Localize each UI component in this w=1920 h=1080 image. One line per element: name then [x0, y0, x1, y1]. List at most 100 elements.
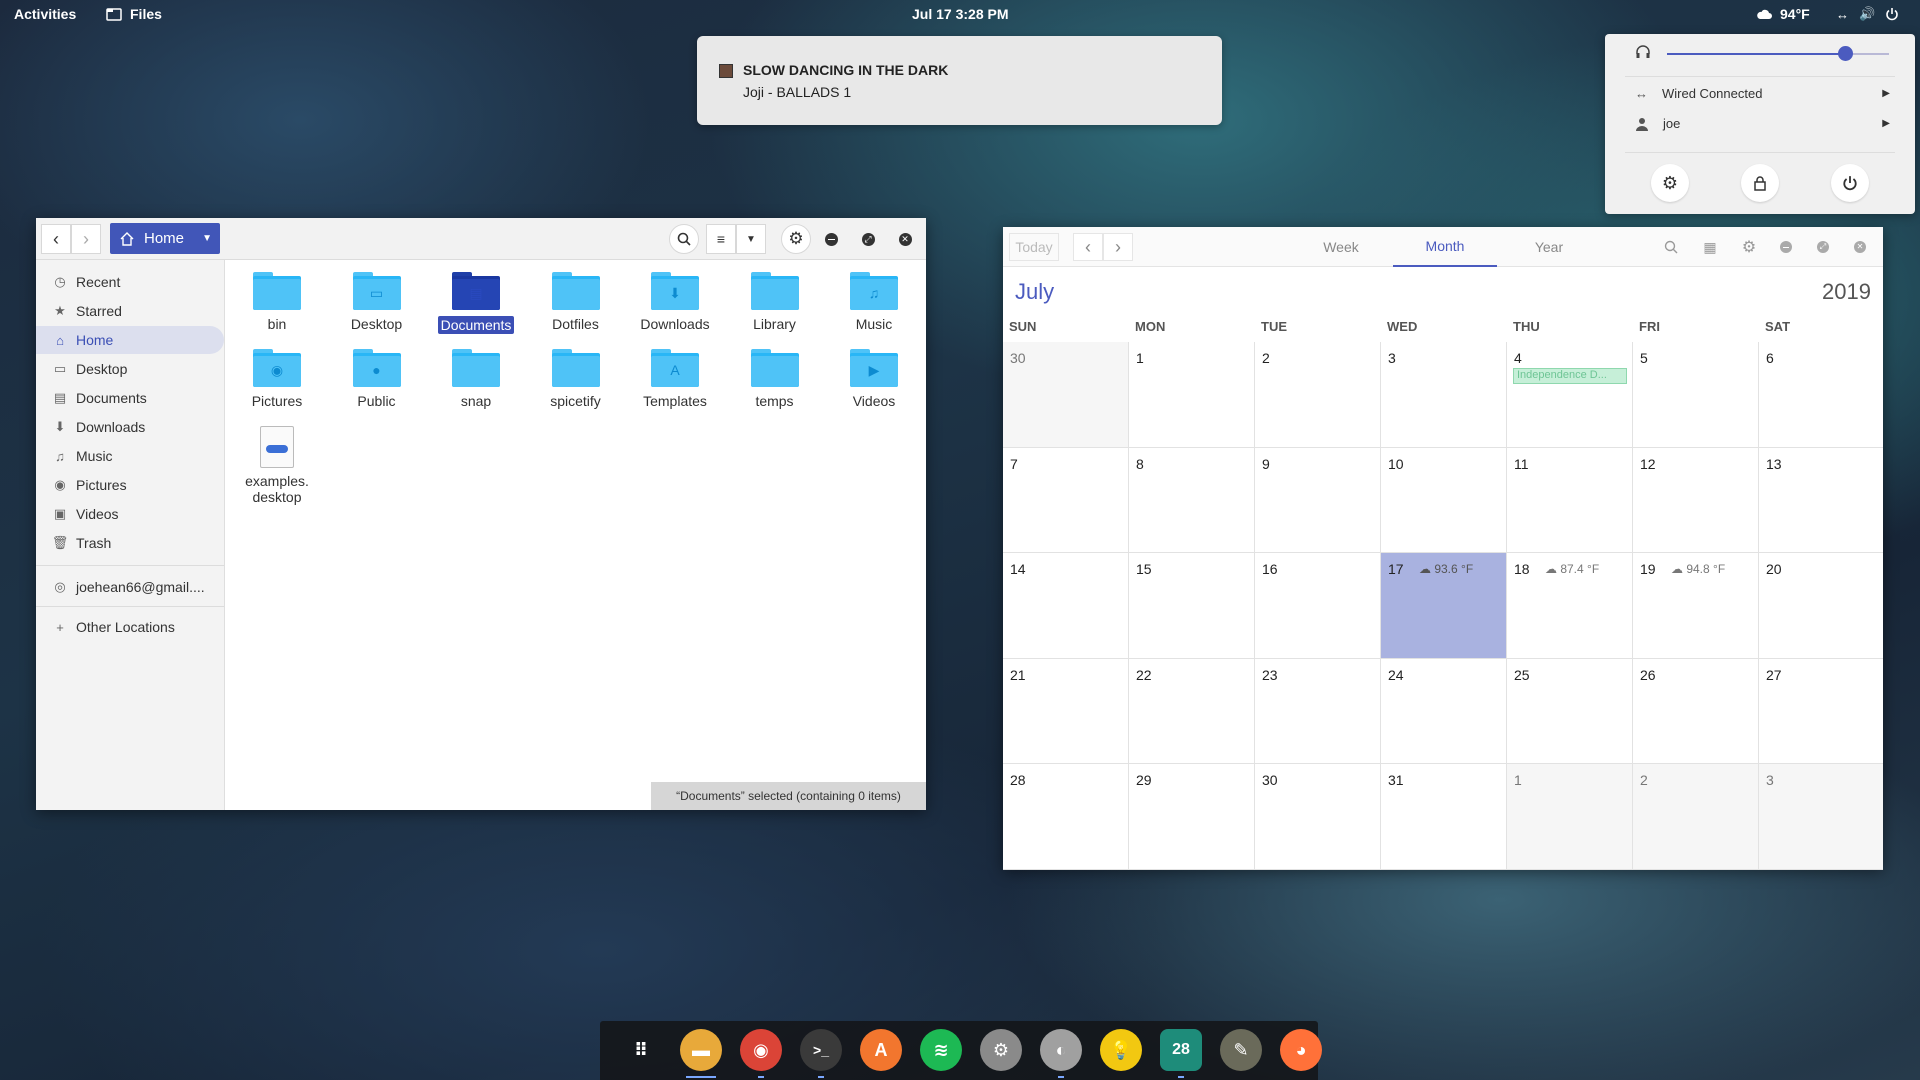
view-list-button[interactable]: ≡	[706, 224, 736, 254]
day-cell[interactable]: 5	[1633, 342, 1759, 448]
sidebar-item-documents[interactable]: ▤ Documents	[36, 384, 224, 412]
day-cell[interactable]: 8	[1129, 447, 1255, 553]
minimize-button[interactable]	[1771, 232, 1801, 262]
sidebar-item-music[interactable]: ♫ Music	[36, 442, 224, 470]
folder-library[interactable]: Library	[728, 272, 822, 332]
day-cell[interactable]: 1	[1129, 342, 1255, 448]
day-cell[interactable]: 27	[1759, 659, 1883, 764]
day-cell[interactable]: 29	[1129, 764, 1255, 870]
day-cell[interactable]: 6	[1759, 342, 1883, 448]
dock-gimp-icon[interactable]: ✎	[1220, 1029, 1262, 1071]
folder-templates[interactable]: A Templates	[628, 349, 722, 409]
day-cell[interactable]: 4 Independence D...	[1507, 342, 1633, 448]
sidebar-item-trash[interactable]: 🗑 Trash	[36, 529, 224, 557]
dock-chrome-icon[interactable]: ◉	[740, 1029, 782, 1071]
back-button[interactable]: ‹	[41, 224, 71, 254]
dock-tweaks-icon[interactable]: ◐	[1040, 1029, 1082, 1071]
dock-app-grid-icon[interactable]: ⠿	[620, 1029, 662, 1071]
sidebar-item-videos[interactable]: ▣ Videos	[36, 500, 224, 528]
day-cell[interactable]: 13	[1759, 448, 1883, 553]
view-options-button[interactable]: ▼	[736, 224, 766, 254]
user-menu-item[interactable]: joe ▶	[1635, 116, 1890, 131]
maximize-button[interactable]: ⤢	[853, 224, 883, 254]
chevron-down-icon[interactable]: ▼	[202, 233, 212, 244]
day-cell[interactable]: 18 ☁ 87.4 °F	[1507, 553, 1633, 659]
day-cell[interactable]: 20	[1759, 553, 1883, 659]
calendar-menu-button[interactable]: ⚙	[1734, 232, 1764, 262]
dock-firefox-icon[interactable]: ◕	[1280, 1029, 1322, 1071]
search-button[interactable]	[1656, 232, 1686, 262]
previous-month-button[interactable]: ‹	[1073, 233, 1103, 261]
tab-year[interactable]: Year	[1497, 227, 1601, 267]
weather-indicator[interactable]: 94°F	[1756, 6, 1810, 22]
sidebar-item-pictures[interactable]: ◉ Pictures	[36, 471, 224, 499]
folder-bin[interactable]: bin	[230, 272, 324, 332]
app-menu[interactable]: Files	[106, 6, 162, 22]
dock-files-icon[interactable]: ▬	[680, 1029, 722, 1071]
day-cell[interactable]: 1	[1507, 764, 1633, 870]
day-cell[interactable]: 7	[1003, 447, 1129, 553]
folder-pictures[interactable]: ◉ Pictures	[230, 349, 324, 409]
dock-settings-icon[interactable]: ⚙	[980, 1029, 1022, 1071]
network-menu-item[interactable]: ↔ Wired Connected ▶	[1635, 86, 1890, 101]
day-cell[interactable]: 3	[1381, 342, 1507, 448]
day-cell[interactable]: 28	[1003, 764, 1129, 870]
activities-button[interactable]: Activities	[14, 6, 76, 22]
maximize-button[interactable]: ⤢	[1808, 232, 1838, 262]
sidebar-item-downloads[interactable]: ⬇ Downloads	[36, 413, 224, 441]
system-status-area[interactable]: ↔ 🔊	[1836, 6, 1899, 22]
sidebar-item-home[interactable]: ⌂ Home	[36, 326, 224, 354]
lock-button[interactable]	[1741, 164, 1779, 202]
day-cell[interactable]: 26	[1633, 658, 1759, 764]
minimize-button[interactable]	[816, 224, 846, 254]
day-cell[interactable]: 19 ☁ 94.8 °F	[1633, 553, 1759, 659]
close-button[interactable]: ✕	[1845, 232, 1875, 262]
day-cell[interactable]: 25	[1507, 658, 1633, 764]
sidebar-item-account[interactable]: ◎ joehean66@gmail....	[36, 573, 224, 601]
folder-snap[interactable]: snap	[429, 349, 523, 409]
menu-button[interactable]: ⚙	[781, 224, 811, 254]
folder-temps[interactable]: temps	[728, 349, 822, 409]
day-cell[interactable]: 15	[1129, 553, 1255, 659]
folder-dotfiles[interactable]: Dotfiles	[529, 272, 623, 332]
file-examples-desktop[interactable]: examples. desktop	[230, 426, 324, 505]
sidebar-item-desktop[interactable]: ▭ Desktop	[36, 355, 224, 383]
volume-slider[interactable]	[1667, 46, 1889, 61]
folder-desktop[interactable]: ▭ Desktop	[330, 272, 424, 332]
day-cell[interactable]: 16	[1255, 553, 1381, 659]
tab-month[interactable]: Month	[1393, 227, 1497, 267]
day-cell[interactable]: 30	[1003, 342, 1129, 448]
dock-software-icon[interactable]: A	[860, 1029, 902, 1071]
sidebar-item-other-locations[interactable]: + Other Locations	[36, 613, 224, 641]
dock-calendar-icon[interactable]: 28	[1160, 1029, 1202, 1071]
folder-documents[interactable]: ▤ Documents	[429, 272, 523, 334]
day-cell[interactable]: 11	[1507, 447, 1633, 553]
sidebar-item-recent[interactable]: ◷ Recent	[36, 268, 224, 296]
day-cell[interactable]: 31	[1381, 764, 1507, 870]
today-button[interactable]: Today	[1009, 233, 1059, 261]
day-cell[interactable]: 2	[1255, 342, 1381, 448]
media-notification[interactable]: SLOW DANCING IN THE DARK Joji - BALLADS …	[697, 36, 1222, 125]
forward-button[interactable]: ›	[71, 224, 101, 254]
calendar-management-button[interactable]: ▦	[1695, 232, 1725, 262]
folder-videos[interactable]: ▶ Videos	[827, 349, 921, 409]
day-cell[interactable]: 22	[1129, 658, 1255, 764]
day-cell[interactable]: 30	[1255, 764, 1381, 870]
sidebar-item-starred[interactable]: ★ Starred	[36, 297, 224, 325]
day-cell[interactable]: 10	[1381, 447, 1507, 553]
day-cell[interactable]: 3	[1759, 764, 1883, 870]
day-cell[interactable]: 12	[1633, 447, 1759, 553]
tab-week[interactable]: Week	[1289, 227, 1393, 267]
day-cell[interactable]: 23	[1255, 658, 1381, 764]
folder-music[interactable]: ♫ Music	[827, 272, 921, 332]
clock[interactable]: Jul 17 3:28 PM	[912, 6, 1009, 22]
folder-downloads[interactable]: ⬇ Downloads	[628, 272, 722, 332]
folder-spicetify[interactable]: spicetify	[529, 349, 623, 409]
search-button[interactable]	[669, 224, 699, 254]
next-month-button[interactable]: ›	[1103, 233, 1133, 261]
dock-spotify-icon[interactable]: ≋	[920, 1029, 962, 1071]
day-cell[interactable]: 21	[1003, 658, 1129, 764]
event-independence-day[interactable]: Independence D...	[1513, 368, 1627, 384]
day-cell[interactable]: 17 ☁ 93.6 °F	[1381, 553, 1507, 659]
dock-terminal-icon[interactable]: >_	[800, 1029, 842, 1071]
